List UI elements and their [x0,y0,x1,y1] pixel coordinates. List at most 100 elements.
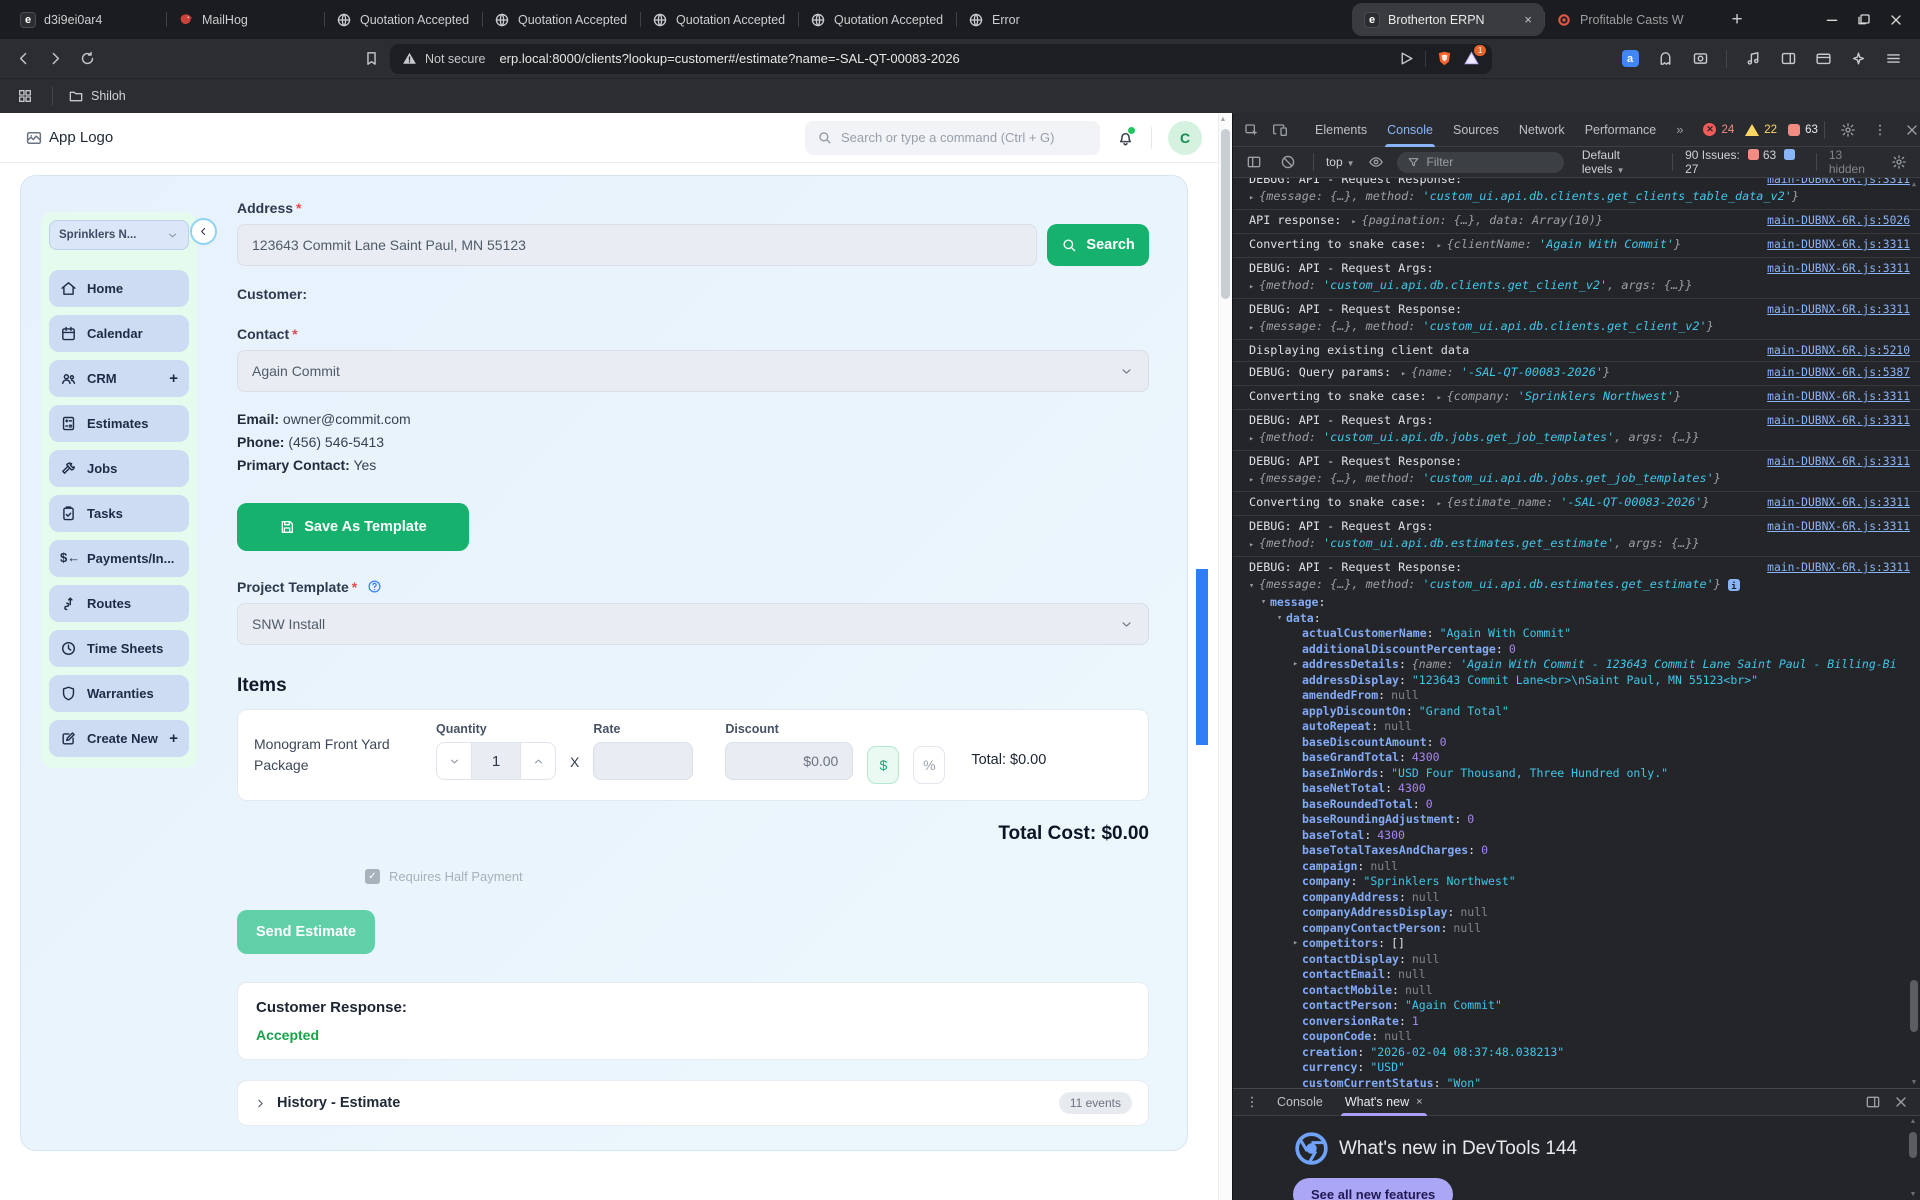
ghost-extension-icon[interactable] [1652,46,1678,72]
object-tree-row[interactable]: creation: "2026-02-04 08:37:48.038213" [1233,1045,1920,1061]
browser-tab[interactable]: Quotation Accepted [640,0,798,39]
devtools-tab-elements[interactable]: Elements [1305,113,1377,147]
see-all-features-button[interactable]: See all new features [1293,1178,1454,1200]
apps-grid-icon[interactable] [12,83,38,109]
object-tree-row[interactable]: baseNetTotal:4300 [1233,781,1920,797]
object-tree-row[interactable]: companyContactPerson: null [1233,921,1920,937]
issues-icon[interactable] [1788,123,1801,136]
browser-tab[interactable]: Quotation Accepted [324,0,482,39]
reload-button[interactable] [74,46,100,72]
project-template-select[interactable]: SNW Install [237,603,1149,645]
object-preview[interactable]: ▸ {estimate_name: '-SAL-QT-00083-2026'} [1437,494,1758,513]
devtools-tab-network[interactable]: Network [1509,113,1575,147]
source-link[interactable]: main-DUBNX-6R.js:3311 [1767,494,1910,513]
clear-console-icon[interactable] [1275,149,1301,175]
browser-tab[interactable]: Quotation Accepted [482,0,640,39]
console-message[interactable]: DEBUG: API - Request Response: main-DUBNX… [1233,557,1920,595]
source-link[interactable]: main-DUBNX-6R.js:3311 [1767,453,1910,470]
source-link[interactable]: main-DUBNX-6R.js:3311 [1767,178,1910,188]
object-preview[interactable]: ▸ {clientName: 'Again With Commit'} [1437,236,1758,255]
object-preview[interactable]: ▸ {name: '-SAL-QT-00083-2026'} [1401,364,1757,383]
browser-tab[interactable]: e d3i9ei0ar4 [8,0,166,39]
console-message[interactable]: DEBUG: API - Request Response: main-DUBNX… [1233,299,1920,340]
keyboard-extension-icon[interactable]: a [1617,46,1643,72]
rate-input[interactable] [593,742,694,780]
console-errors-count[interactable]: 24 [1721,124,1734,136]
object-tree-row[interactable]: contactPerson: "Again Commit" [1233,998,1920,1014]
notifications-bell-icon[interactable] [1116,127,1135,147]
browser-tab[interactable]: Profitable Casts W [1544,0,1720,39]
object-tree-row[interactable]: baseGrandTotal:4300 [1233,750,1920,766]
console-message[interactable]: DEBUG: API - Request Response: main-DUBNX… [1233,451,1920,492]
url-text[interactable]: erp.local:8000/clients?lookup=customer#/… [499,51,1390,66]
minimize-button[interactable] [1824,12,1840,28]
sidebar-item-calendar[interactable]: Calendar [49,315,189,352]
close-window-button[interactable] [1888,12,1904,28]
browser-tab[interactable]: MailHog [166,0,324,39]
object-preview[interactable]: ▸ {message: {…}, method: 'custom_ui.api.d… [1249,318,1910,337]
object-preview[interactable]: ▸ {pagination: {…}, data: Array(10)} [1351,212,1757,231]
forward-button[interactable] [42,46,68,72]
object-tree-row[interactable]: baseTotal:4300 [1233,828,1920,844]
sidebar-item-estimates[interactable]: Estimates [49,405,189,442]
drawer-tab-whats-new[interactable]: What's new × [1335,1089,1433,1116]
source-link[interactable]: main-DUBNX-6R.js:3311 [1767,412,1910,429]
console-message[interactable]: Converting to snake case: ▸ {estimate_name… [1233,492,1920,516]
console-message[interactable]: Converting to snake case: ▸ {clientName: '… [1233,234,1920,258]
quantity-increase-button[interactable] [521,743,555,779]
console-scrollbar[interactable]: ▲ ▼ [1909,180,1919,1086]
quantity-value[interactable]: 1 [471,743,521,779]
object-tree-row[interactable]: ▸ competitors:[] [1233,936,1920,952]
expand-arrow-icon[interactable]: ▸ [1289,657,1302,673]
console-message[interactable]: Converting to snake case: ▸ {company: 'Spr… [1233,386,1920,410]
inspect-element-icon[interactable] [1239,117,1265,143]
new-tab-button[interactable]: + [1720,9,1754,31]
object-tree-row[interactable]: contactDisplay: null [1233,952,1920,968]
object-preview[interactable]: ▾ {message: {…}, method: 'custom_ui.api.d… [1249,576,1910,595]
browser-tab[interactable]: e Brotherton ERPN × [1352,3,1544,36]
drawer-close-icon[interactable] [1888,1089,1914,1115]
sidebar-item-payments-in[interactable]: $← Payments/In... [49,540,189,577]
object-tree-row[interactable]: baseTotalTaxesAndCharges:0 [1233,843,1920,859]
object-tree-row[interactable]: couponCode: null [1233,1029,1920,1045]
console-log[interactable]: DEBUG: API - Request Response: main-DUBNX… [1233,178,1920,1088]
devtools-tab-sources[interactable]: Sources [1443,113,1509,147]
console-sidebar-icon[interactable] [1241,149,1267,175]
media-icon[interactable] [1740,46,1766,72]
company-selector[interactable]: Sprinklers N... [49,220,189,250]
share-icon[interactable] [1398,50,1415,67]
scroll-down-arrow[interactable]: ▼ [1909,1078,1919,1086]
sidebar-item-time-sheets[interactable]: Time Sheets [49,630,189,667]
console-filter[interactable] [1396,151,1564,173]
wallet-icon[interactable] [1810,46,1836,72]
quantity-stepper[interactable]: 1 [436,742,556,780]
object-tree-row[interactable]: actualCustomerName: "Again With Commit" [1233,626,1920,642]
bookmark-folder-shiloh[interactable]: Shiloh [91,89,126,103]
app-logo[interactable]: App Logo [25,129,113,147]
sidebar-item-routes[interactable]: Routes [49,585,189,622]
discount-dollar-toggle[interactable]: $ [867,746,900,784]
issues-count[interactable]: 63 [1805,124,1818,136]
console-warnings-icon[interactable] [1745,123,1760,136]
brave-shield-icon[interactable] [1436,50,1453,67]
expand-arrow-icon[interactable]: ▸ [1289,936,1302,952]
discount-input[interactable]: $0.00 [725,742,854,780]
object-tree-row[interactable]: baseRoundingAdjustment:0 [1233,812,1920,828]
object-tree-row[interactable]: contactMobile: null [1233,983,1920,999]
console-message[interactable]: DEBUG: Query params: ▸ {name: '-SAL-QT-000… [1233,362,1920,386]
console-warnings-count[interactable]: 22 [1764,124,1777,136]
object-tree-row[interactable]: companyAddress: null [1233,890,1920,906]
source-link[interactable]: main-DUBNX-6R.js:5210 [1767,342,1910,359]
address-search-button[interactable]: Search [1047,224,1149,266]
object-tree-row[interactable]: currency: "USD" [1233,1060,1920,1076]
sidebar-item-tasks[interactable]: Tasks [49,495,189,532]
log-levels-selector[interactable]: Default levels ▼ [1582,148,1660,176]
source-link[interactable]: main-DUBNX-6R.js:3311 [1767,559,1910,576]
source-link[interactable]: main-DUBNX-6R.js:3311 [1767,301,1910,318]
object-tree-row[interactable]: customCurrentStatus: "Won" [1233,1076,1920,1089]
object-preview[interactable]: ▸ {method: 'custom_ui.api.db.jobs.get_job… [1249,429,1910,448]
history-section[interactable]: History - Estimate 11 events [237,1080,1149,1126]
source-link[interactable]: main-DUBNX-6R.js:5026 [1767,212,1910,231]
hidden-messages-label[interactable]: 13 hidden [1829,148,1878,176]
page-scrollbar[interactable]: ▲ [1218,113,1232,1200]
